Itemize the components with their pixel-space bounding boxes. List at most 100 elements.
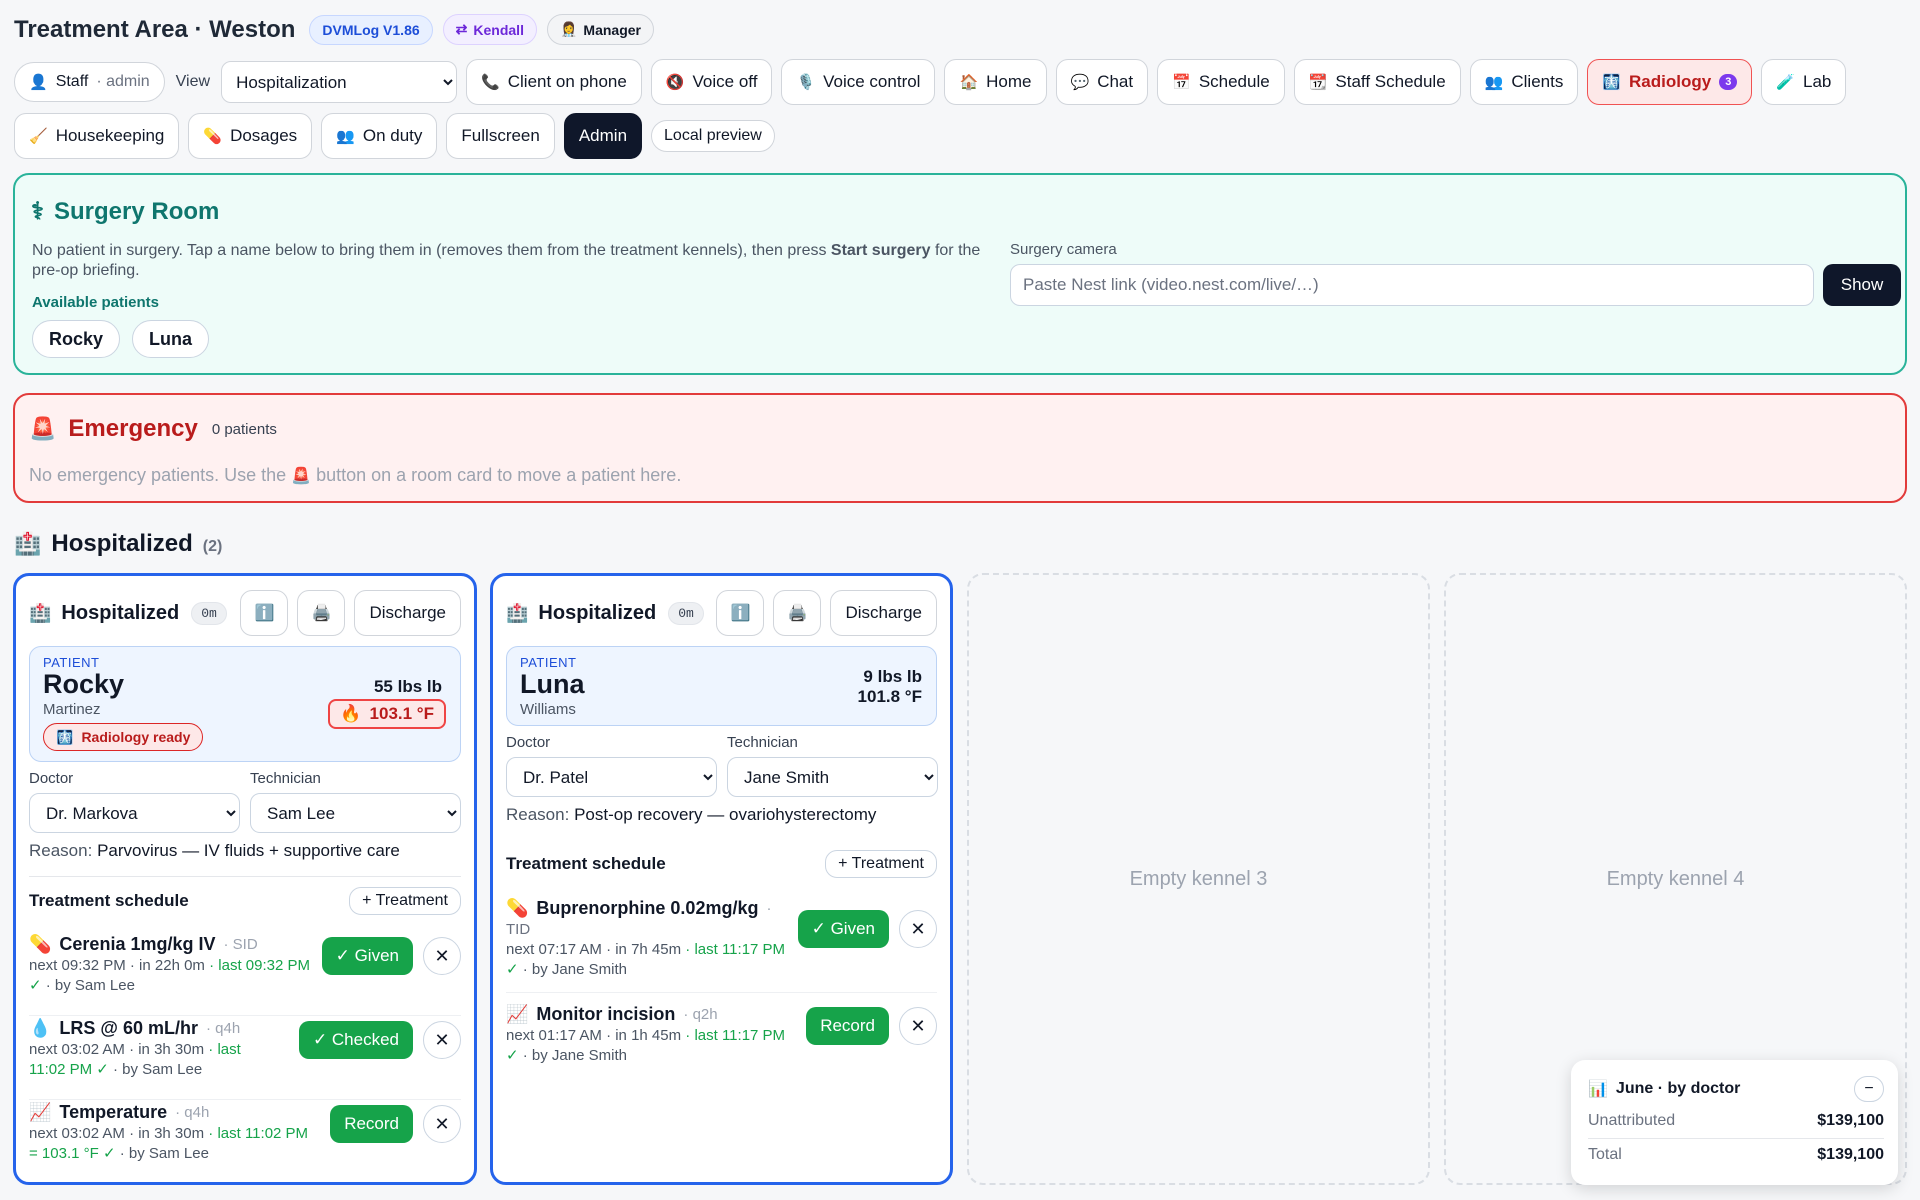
kennel-timer: 0m [191,601,227,625]
available-patients-list: Rocky Luna [32,320,210,358]
admin-button[interactable]: Admin [563,113,643,159]
calendar-icon: 📅 [1172,74,1191,91]
discharge-button[interactable]: Discharge [354,590,461,636]
swap-arrows-icon: ⇄ [455,21,468,37]
staff-selector[interactable]: 👤 Staff · admin [14,62,165,102]
kennel-timer: 0m [668,601,704,625]
chat-button[interactable]: 💬 Chat [1055,59,1149,105]
siren-icon: 🚨 [29,416,57,441]
reason-text: Reason: Parvovirus — IV fluids + support… [29,841,400,860]
record-button[interactable]: Record [330,1105,413,1143]
voice-control-button[interactable]: 🎙️ Voice control [781,59,936,105]
surgery-room-title: ⚕ Surgery Room [31,197,220,226]
kennel-card: 🏥 Hospitalized 0m ℹ️ 🖨️ Discharge PATIEN… [13,573,477,1185]
treatment-name: Cerenia 1mg/kg IV [59,934,216,954]
user-icon: 👤 [29,74,48,91]
add-treatment-button[interactable]: + Treatment [349,887,461,915]
revenue-summary-widget: 📊 June · by doctor − Unattributed $139,100… [1571,1060,1898,1185]
patient-weight: 9 lbs lb [863,667,922,686]
surgery-camera-label: Surgery camera [1010,241,1117,258]
hospital-icon: 🏥 [29,602,52,623]
info-button[interactable]: ℹ️ [240,590,289,636]
kennel-status-label: Hospitalized [61,601,180,624]
technician-label: Technician [727,734,798,751]
summary-title: 📊 June · by doctor [1588,1080,1741,1098]
minimize-button[interactable]: − [1854,1076,1884,1102]
technician-select[interactable]: Sam Lee [250,793,461,833]
view-select[interactable]: Hospitalization [221,61,458,103]
xray-icon: 🩻 [1602,74,1622,91]
treatment-meta: next 03:02 AM · in 3h 30m · last 11:02 P… [29,1125,309,1162]
available-patient-luna[interactable]: Luna [132,320,210,358]
available-patient-rocky[interactable]: Rocky [32,320,121,358]
patient-temperature: 101.8 °F [857,687,922,706]
client-on-phone-button[interactable]: 📞 Client on phone [466,59,642,105]
radiology-button[interactable]: 🩻 Radiology 3 [1587,59,1753,105]
treatment-schedule-header: Treatment schedule + Treatment [29,876,461,915]
local-preview-button[interactable]: Local preview [651,120,775,152]
info-icon: ℹ️ [730,605,751,622]
summary-row: Total $139,100 [1588,1146,1884,1163]
home-button[interactable]: 🏠 Home [944,59,1047,105]
lab-button[interactable]: 🧪 Lab [1761,59,1847,105]
remove-treatment-button[interactable]: ✕ [899,1007,937,1045]
dosages-button[interactable]: 💊 Dosages [188,113,313,159]
treatment-item: 📈 Monitor incision · q2h next 01:17 AM · i… [506,1004,937,1080]
emergency-title: 🚨 Emergency 0 patients [29,415,277,442]
pill-icon: 💊 [506,898,529,918]
staff-schedule-button[interactable]: 📆 Staff Schedule [1293,59,1461,105]
manager-label: Manager [583,21,641,38]
location-switch-button[interactable]: ⇄ Kendall [442,14,537,45]
doctor-select[interactable]: Dr. Patel [506,757,717,797]
on-duty-button[interactable]: 👥 On duty [321,113,438,159]
remove-treatment-button[interactable]: ✕ [423,1021,461,1059]
fullscreen-button[interactable]: Fullscreen [446,113,555,159]
surgery-instructions: No patient in surgery. Tap a name below … [32,242,981,279]
given-button[interactable]: ✓ Given [321,937,413,975]
info-button[interactable]: ℹ️ [716,590,765,636]
caduceus-icon: ⚕ [31,198,44,225]
radiology-ready-badge[interactable]: 🩻 Radiology ready [43,723,204,751]
surgery-camera-input[interactable] [1010,264,1814,306]
treatment-meta: next 03:02 AM · in 3h 30m · last 11:02 P… [29,1041,241,1078]
kennel-card: 🏥 Hospitalized 0m ℹ️ 🖨️ Discharge PATIEN… [490,573,953,1185]
print-button[interactable]: 🖨️ [773,590,822,636]
close-icon: ✕ [434,1113,450,1134]
clients-button[interactable]: 👥 Clients [1469,59,1579,105]
add-treatment-button[interactable]: + Treatment [825,850,937,878]
remove-treatment-button[interactable]: ✕ [423,937,461,975]
checked-button[interactable]: ✓ Checked [298,1021,413,1059]
kennel-card-header: 🏥 Hospitalized 0m ℹ️ 🖨️ Discharge [506,590,937,636]
show-camera-button[interactable]: Show [1823,264,1901,306]
chart-icon: 📈 [506,1004,529,1024]
empty-kennel-3[interactable]: Empty kennel 3 [967,573,1430,1185]
doctor-select[interactable]: Dr. Markova [29,793,240,833]
pill-icon: 💊 [203,128,223,145]
kennel-actions: ℹ️ 🖨️ Discharge [716,590,937,636]
doctor-label: Doctor [29,770,74,787]
view-label: View [175,73,211,90]
print-button[interactable]: 🖨️ [297,590,346,636]
version-badge: DVMLog V1.86 [309,14,433,45]
voice-off-button[interactable]: 🔇 Voice off [650,59,773,105]
people-icon: 👥 [336,128,355,145]
technician-select[interactable]: Jane Smith [727,757,938,797]
remove-treatment-button[interactable]: ✕ [423,1105,461,1143]
available-patients-label: Available patients [32,294,159,311]
treatment-schedule-title: Treatment schedule [506,854,666,873]
hospital-icon: 🏥 [506,602,529,623]
remove-treatment-button[interactable]: ✕ [899,910,937,948]
treatment-item: 💊 Buprenorphine 0.02mg/kg · TID next 07:17 … [506,898,937,993]
discharge-button[interactable]: Discharge [830,590,937,636]
phone-icon: 📞 [481,74,500,91]
housekeeping-button[interactable]: 🧹 Housekeeping [14,113,180,159]
schedule-button[interactable]: 📅 Schedule [1157,59,1285,105]
manager-button[interactable]: 👩‍⚕️ Manager [546,14,654,45]
hospitalized-count: (2) [202,538,223,555]
treatment-meta: TID next 07:17 AM · in 7h 45m · last 11:1… [506,921,786,978]
record-button[interactable]: Record [806,1007,889,1045]
summary-row: Unattributed $139,100 [1588,1112,1884,1139]
treatment-name: LRS @ 60 mL/hr [59,1018,198,1038]
given-button[interactable]: ✓ Given [797,910,889,948]
close-icon: ✕ [434,1029,450,1050]
